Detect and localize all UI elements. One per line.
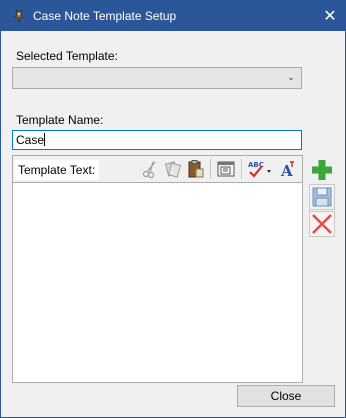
selected-template-dropdown[interactable]: ⌄ (12, 67, 302, 89)
chevron-down-icon[interactable]: ⌄ (284, 70, 298, 86)
cut-icon[interactable] (140, 159, 160, 179)
template-text-label: Template Text: (14, 160, 99, 180)
template-text-editor: Template Text: ABC A (12, 155, 303, 383)
paste-icon[interactable] (186, 159, 206, 179)
template-name-value: Case (16, 133, 45, 147)
close-window-button[interactable]: ✕ (315, 1, 345, 31)
svg-text:A: A (280, 162, 293, 179)
selected-template-label: Selected Template: (16, 49, 118, 63)
font-icon[interactable]: A (279, 159, 299, 179)
copy-icon[interactable] (163, 159, 183, 179)
toolbar-separator (241, 159, 242, 179)
toolbar-separator (210, 159, 211, 179)
close-button[interactable]: Close (237, 385, 335, 407)
app-icon (11, 8, 27, 24)
delete-icon[interactable] (309, 211, 335, 237)
insert-date-icon[interactable] (216, 159, 236, 179)
template-text-area[interactable] (13, 182, 302, 382)
title-bar[interactable]: Case Note Template Setup ✕ (1, 1, 345, 31)
window-title: Case Note Template Setup (33, 9, 177, 23)
dialog-window: Case Note Template Setup ✕ Selected Temp… (0, 0, 346, 418)
template-name-label: Template Name: (16, 113, 104, 127)
editor-toolbar: Template Text: ABC A (13, 156, 302, 182)
spell-check-icon[interactable]: ABC (247, 159, 275, 179)
save-icon[interactable] (309, 184, 335, 210)
template-name-input[interactable]: Case (12, 130, 302, 150)
text-caret (44, 133, 46, 146)
add-icon[interactable] (309, 157, 335, 183)
